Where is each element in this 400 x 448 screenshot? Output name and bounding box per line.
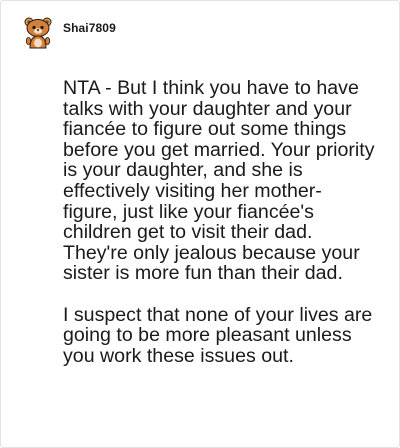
reddit-snoo-avatar-icon bbox=[24, 17, 52, 49]
comment-card: Shai7809 NTA - But I think you have to h… bbox=[0, 0, 400, 448]
comment-body: NTA - But I think you have to have talks… bbox=[63, 78, 375, 366]
comment-paragraph: I suspect that none of your lives are go… bbox=[63, 303, 373, 367]
comment-paragraph: NTA - But I think you have to have talks… bbox=[63, 77, 375, 285]
comment-header: Shai7809 bbox=[20, 15, 116, 51]
comment-author-username[interactable]: Shai7809 bbox=[63, 21, 116, 35]
avatar[interactable] bbox=[20, 15, 56, 51]
